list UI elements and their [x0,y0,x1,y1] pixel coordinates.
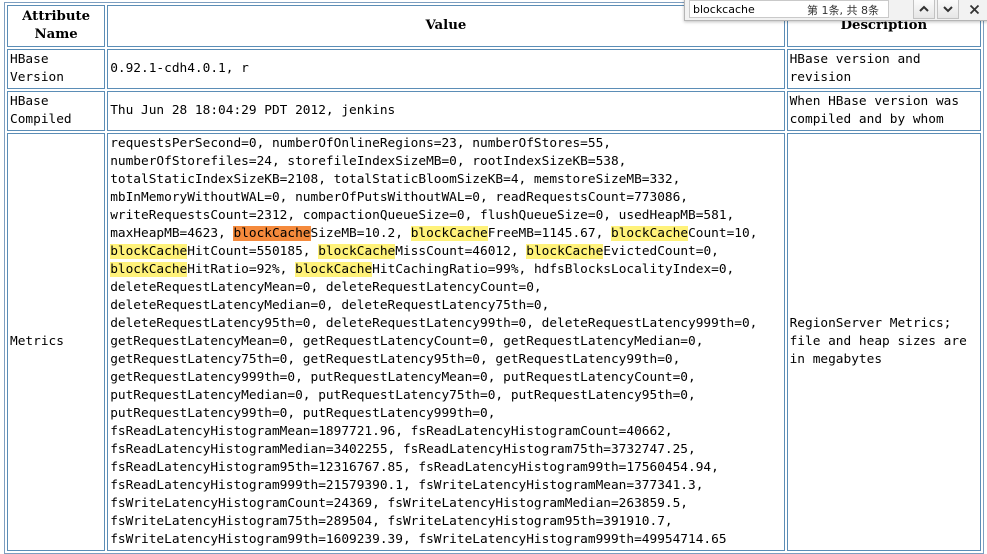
find-bar: 第 1条, 共 8条 [684,0,987,21]
metrics-text: getRequestLatency999th=0, putRequestLate… [110,370,696,385]
metrics-text: totalStaticIndexSizeKB=2108, totalStatic… [110,172,681,187]
search-match: blockCache [410,226,488,241]
metrics-line: requestsPerSecond=0, numberOfOnlineRegio… [110,135,781,153]
metrics-text: getRequestLatencyMean=0, getRequestLaten… [110,334,704,349]
metrics-line: fsReadLatencyHistogramMean=1897721.96, f… [110,423,781,441]
metrics-text: HitCount=550185, [187,244,319,259]
search-match-active: blockCache [233,226,311,241]
search-match: blockCache [611,226,689,241]
metrics-text: putRequestLatency99th=0, putRequestLaten… [110,406,496,421]
metrics-line: mbInMemoryWithoutWAL=0, numberOfPutsWith… [110,189,781,207]
header-attribute-name: Attribute Name [7,5,106,47]
metrics-text: writeRequestsCount=2312, compactionQueue… [110,208,735,223]
metrics-text: deleteRequestLatencyMean=0, deleteReques… [110,280,542,295]
metrics-text: FreeMB=1145.67, [487,226,612,241]
row-value: 0.92.1-cdh4.0.1, r [107,49,785,89]
metrics-text: putRequestLatencyMedian=0, putRequestLat… [110,388,696,403]
metrics-text: fsWriteLatencyHistogram99th=1609239.39, … [110,532,727,547]
metrics-line: blockCacheHitCount=550185, blockCacheMis… [110,243,781,261]
header-value: Value [107,5,785,47]
metrics-line: putRequestLatency99th=0, putRequestLaten… [110,405,781,423]
metrics-line: fsWriteLatencyHistogram99th=1609239.39, … [110,531,781,549]
metrics-line: getRequestLatency999th=0, putRequestLate… [110,369,781,387]
metrics-line: blockCacheHitRatio=92%, blockCacheHitCac… [110,261,781,279]
metrics-text: maxHeapMB=4623, [110,226,234,241]
metrics-text: Count=10, [688,226,758,241]
metrics-value: requestsPerSecond=0, numberOfOnlineRegio… [107,133,785,551]
metrics-line: deleteRequestLatencyMean=0, deleteReques… [110,279,781,297]
metrics-line: fsReadLatencyHistogram95th=12316767.85, … [110,459,781,477]
metrics-line: fsWriteLatencyHistogram75th=289504, fsWr… [110,513,781,531]
metrics-line: putRequestLatencyMedian=0, putRequestLat… [110,387,781,405]
metrics-text: HitRatio=92%, [187,262,296,277]
row-description: HBase version and revision [786,49,981,89]
search-match: blockCache [526,244,604,259]
metrics-text: deleteRequestLatency95th=0, deleteReques… [110,316,758,331]
metrics-text: fsWriteLatencyHistogramCount=24369, fsWr… [110,496,689,511]
row-name: HBase Compiled [7,91,106,131]
metrics-line: getRequestLatencyMean=0, getRequestLaten… [110,333,781,351]
table-row: HBase Compiled Thu Jun 28 18:04:29 PDT 2… [7,91,981,131]
metrics-text: fsWriteLatencyHistogram75th=289504, fsWr… [110,514,673,529]
row-description: When HBase version was compiled and by w… [786,91,981,131]
table-row: HBase Version 0.92.1-cdh4.0.1, r HBase v… [7,49,981,89]
row-description: RegionServer Metrics; file and heap size… [786,133,981,551]
close-icon [969,4,979,14]
metrics-text: fsReadLatencyHistogram999th=21579390.1, … [110,478,704,493]
metrics-text: SizeMB=10.2, [310,226,411,241]
metrics-line: deleteRequestLatencyMedian=0, deleteRequ… [110,297,781,315]
metrics-text: HitCachingRatio=99%, hdfsBlocksLocalityI… [372,262,735,277]
metrics-text: mbInMemoryWithoutWAL=0, numberOfPutsWith… [110,190,689,205]
metrics-line: deleteRequestLatency95th=0, deleteReques… [110,315,781,333]
metrics-text: deleteRequestLatencyMedian=0, deleteRequ… [110,298,550,313]
row-value: Thu Jun 28 18:04:29 PDT 2012, jenkins [107,91,785,131]
metrics-line: writeRequestsCount=2312, compactionQueue… [110,207,781,225]
find-match-count: 第 1条, 共 8条 [807,4,879,17]
metrics-text: fsReadLatencyHistogramMedian=3402255, fs… [110,442,696,457]
row-name: HBase Version [7,49,106,89]
metrics-text: EvictedCount=0, [603,244,719,259]
metrics-text: fsReadLatencyHistogram95th=12316767.85, … [110,460,719,475]
search-match: blockCache [295,262,373,277]
metrics-text: numberOfStorefiles=24, storefileIndexSiz… [110,154,627,169]
metrics-line: totalStaticIndexSizeKB=2108, totalStatic… [110,171,781,189]
metrics-line: numberOfStorefiles=24, storefileIndexSiz… [110,153,781,171]
find-close-button[interactable] [963,0,985,19]
metrics-line: fsReadLatencyHistogramMedian=3402255, fs… [110,441,781,459]
metrics-line: fsWriteLatencyHistogramCount=24369, fsWr… [110,495,781,513]
find-next-button[interactable] [937,0,959,19]
metrics-text: requestsPerSecond=0, numberOfOnlineRegio… [110,136,611,151]
search-match: blockCache [110,262,188,277]
metrics-text: fsReadLatencyHistogramMean=1897721.96, f… [110,424,673,439]
search-match: blockCache [318,244,396,259]
metrics-text: getRequestLatency75th=0, getRequestLaten… [110,352,681,367]
metrics-line: maxHeapMB=4623, blockCacheSizeMB=10.2, b… [110,225,781,243]
search-match: blockCache [110,244,188,259]
metrics-text: MissCount=46012, [395,244,527,259]
table-row: Metrics requestsPerSecond=0, numberOfOnl… [7,133,981,551]
chevron-down-icon [943,6,953,13]
metrics-line: getRequestLatency75th=0, getRequestLaten… [110,351,781,369]
row-name: Metrics [7,133,106,551]
metrics-line: fsReadLatencyHistogram999th=21579390.1, … [110,477,781,495]
chevron-up-icon [919,5,929,12]
find-previous-button[interactable] [913,0,935,19]
attributes-table: Attribute Name Value Description HBase V… [4,2,984,554]
